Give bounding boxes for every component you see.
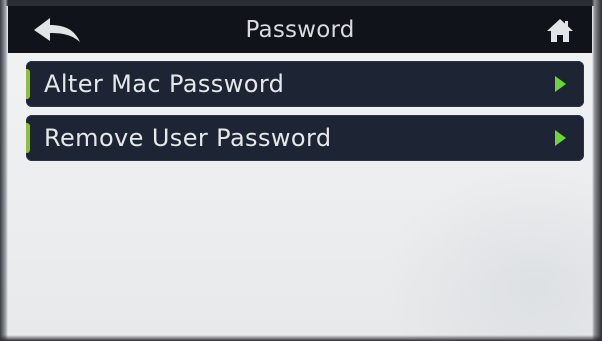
home-button[interactable]: [538, 12, 582, 48]
item-accent-bar: [26, 123, 30, 153]
menu-item-label: Alter Mac Password: [44, 70, 285, 98]
device-screen: Password Alter Mac Password Remove User …: [0, 0, 602, 341]
title-bar: Password: [8, 6, 592, 53]
menu-item-remove-user-password[interactable]: Remove User Password: [26, 115, 584, 161]
page-title: Password: [245, 16, 355, 43]
menu-item-alter-mac-password[interactable]: Alter Mac Password: [26, 61, 584, 107]
password-menu: Alter Mac Password Remove User Password: [26, 61, 584, 169]
menu-item-label: Remove User Password: [44, 124, 332, 152]
item-accent-bar: [26, 69, 30, 99]
play-arrow-icon: [555, 130, 566, 146]
bezel-left: [0, 0, 8, 341]
play-arrow-icon: [555, 76, 566, 92]
screen-glare: [380, 160, 600, 340]
bezel-bottom: [0, 335, 602, 341]
home-icon: [547, 19, 573, 42]
bezel-right: [592, 0, 602, 341]
